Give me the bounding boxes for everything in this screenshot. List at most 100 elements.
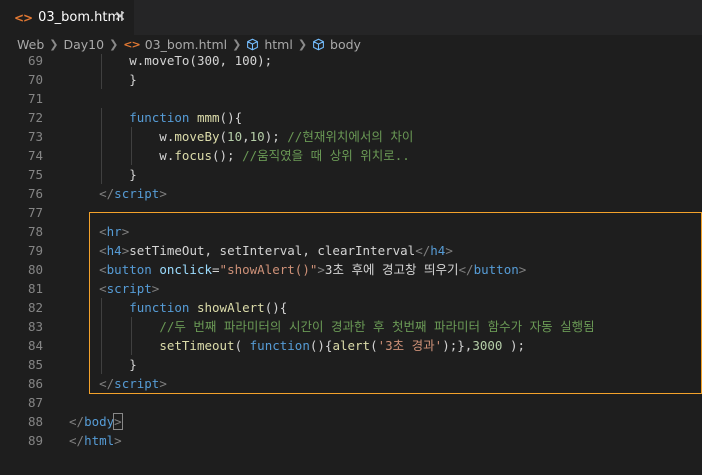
cube-icon bbox=[246, 38, 259, 51]
code-token: w. bbox=[69, 148, 175, 163]
code-token: html bbox=[84, 433, 115, 448]
code-text: <script> bbox=[69, 279, 159, 298]
code-line[interactable]: 77 bbox=[0, 203, 702, 222]
line-number: 76 bbox=[27, 186, 43, 201]
code-line[interactable]: 69 w.moveTo(300, 100); bbox=[0, 54, 702, 70]
code-token: < bbox=[99, 281, 107, 296]
line-number: 88 bbox=[27, 414, 43, 429]
code-line[interactable]: 88 </body> bbox=[0, 412, 702, 431]
code-line[interactable]: 72 function mmm(){ bbox=[0, 108, 702, 127]
breadcrumb-item-file[interactable]: 03_bom.html bbox=[145, 37, 227, 52]
code-token: , bbox=[242, 129, 250, 144]
code-token: function bbox=[129, 300, 190, 315]
code-token: </ bbox=[99, 186, 115, 201]
breadcrumb: Web ❯ Day10 ❯ <> 03_bom.html ❯ html ❯ bo… bbox=[0, 35, 702, 54]
breadcrumb-item-web[interactable]: Web bbox=[17, 37, 44, 52]
code-token: setTimeout bbox=[159, 338, 235, 353]
code-line[interactable]: 85 } bbox=[0, 355, 702, 374]
code-token: </ bbox=[99, 376, 115, 391]
breadcrumb-item-html[interactable]: html bbox=[264, 37, 292, 52]
code-token: > bbox=[445, 243, 453, 258]
code-line[interactable]: 83 //두 번째 파라미터의 시간이 경과한 후 첫번째 파라미터 함수가 자… bbox=[0, 317, 702, 336]
chevron-right-icon: ❯ bbox=[297, 38, 308, 51]
code-line[interactable]: 81 <script> bbox=[0, 279, 702, 298]
line-number: 73 bbox=[27, 129, 43, 144]
code-token: hr bbox=[106, 224, 122, 239]
code-text: </script> bbox=[69, 374, 167, 393]
code-text: w.focus(); //움직였을 때 상위 위치로.. bbox=[69, 146, 410, 165]
code-line[interactable]: 75 } bbox=[0, 165, 702, 184]
code-token: (){ bbox=[309, 338, 333, 353]
code-token: > bbox=[114, 433, 122, 448]
line-number: 83 bbox=[27, 319, 43, 334]
code-line[interactable]: 87 bbox=[0, 393, 702, 412]
code-line[interactable]: 84 setTimeout( function(){alert('3초 경과')… bbox=[0, 336, 702, 355]
line-number: 89 bbox=[27, 433, 43, 448]
code-line[interactable]: 76 </script> bbox=[0, 184, 702, 203]
code-line[interactable]: 74 w.focus(); //움직였을 때 상위 위치로.. bbox=[0, 146, 702, 165]
code-text: } bbox=[69, 355, 137, 374]
line-number: 80 bbox=[27, 262, 43, 277]
close-icon[interactable]: ✕ bbox=[114, 9, 126, 25]
code-line[interactable]: 79 <h4>setTimeOut, setInterval, clearInt… bbox=[0, 241, 702, 260]
code-token: onclick bbox=[159, 262, 213, 277]
code-line[interactable]: 82 function showAlert(){ bbox=[0, 298, 702, 317]
line-number: 87 bbox=[27, 395, 43, 410]
code-token: h4 bbox=[106, 243, 122, 258]
code-token: function bbox=[129, 110, 190, 125]
breadcrumb-item-body[interactable]: body bbox=[330, 37, 361, 52]
code-token: (){ bbox=[264, 300, 288, 315]
code-line[interactable]: 86 </script> bbox=[0, 374, 702, 393]
code-token: > bbox=[159, 376, 167, 391]
code-token: ); bbox=[264, 129, 288, 144]
code-line[interactable]: 70 } bbox=[0, 70, 702, 89]
code-token: > bbox=[518, 262, 527, 277]
code-token: > bbox=[121, 224, 130, 239]
tab-label: 03_bom.html bbox=[38, 10, 124, 25]
code-line[interactable]: 78 <hr> bbox=[0, 222, 702, 241]
chevron-right-icon: ❯ bbox=[49, 38, 59, 51]
code-token: ); bbox=[502, 338, 526, 353]
code-text: w.moveBy(10,10); //현재위치에서의 차이 bbox=[69, 127, 413, 146]
line-number: 72 bbox=[27, 110, 43, 125]
code-line[interactable]: 80 <button onclick="showAlert()">3초 후에 경… bbox=[0, 260, 702, 279]
code-token: focus bbox=[174, 148, 212, 163]
chevron-right-icon: ❯ bbox=[109, 38, 119, 51]
code-line[interactable]: 89 </html> bbox=[0, 431, 702, 450]
code-editor[interactable]: 69 w.moveTo(300, 100); 70 } 71 72 function … bbox=[0, 54, 702, 475]
line-number: 70 bbox=[27, 72, 43, 87]
code-token: </ bbox=[458, 262, 474, 277]
code-text: function showAlert(){ bbox=[69, 298, 287, 317]
line-number: 82 bbox=[27, 300, 43, 315]
code-token: setTimeOut, setInterval, clearInterval bbox=[129, 243, 416, 258]
code-text: <h4>setTimeOut, setInterval, clearInterv… bbox=[69, 241, 453, 260]
line-number: 77 bbox=[27, 205, 43, 220]
tab-03-bom-html[interactable]: <> 03_bom.html ✕ bbox=[0, 0, 134, 35]
line-number: 75 bbox=[27, 167, 43, 182]
code-token: </ bbox=[69, 433, 85, 448]
breadcrumb-item-day10[interactable]: Day10 bbox=[63, 37, 104, 52]
code-line[interactable]: 73 w.moveBy(10,10); //현재위치에서의 차이 bbox=[0, 127, 702, 146]
code-token: } bbox=[69, 72, 137, 87]
line-number: 78 bbox=[27, 224, 43, 239]
code-token: > bbox=[159, 186, 167, 201]
cube-icon bbox=[312, 38, 325, 51]
code-token: </ bbox=[69, 414, 85, 429]
code-token: h4 bbox=[430, 243, 446, 258]
code-token: button bbox=[106, 262, 152, 277]
code-line[interactable]: 71 bbox=[0, 89, 702, 108]
html-file-icon: <> bbox=[14, 10, 33, 25]
code-token: 10 bbox=[249, 129, 265, 144]
code-text: <button onclick="showAlert()">3초 후에 경고창 … bbox=[69, 260, 526, 279]
code-token: (); bbox=[212, 148, 243, 163]
line-number: 71 bbox=[27, 91, 43, 106]
code-token: alert bbox=[332, 338, 371, 353]
code-text: //두 번째 파라미터의 시간이 경과한 후 첫번째 파라미터 함수가 자동 실… bbox=[69, 317, 594, 336]
code-token: "showAlert()" bbox=[219, 262, 318, 277]
